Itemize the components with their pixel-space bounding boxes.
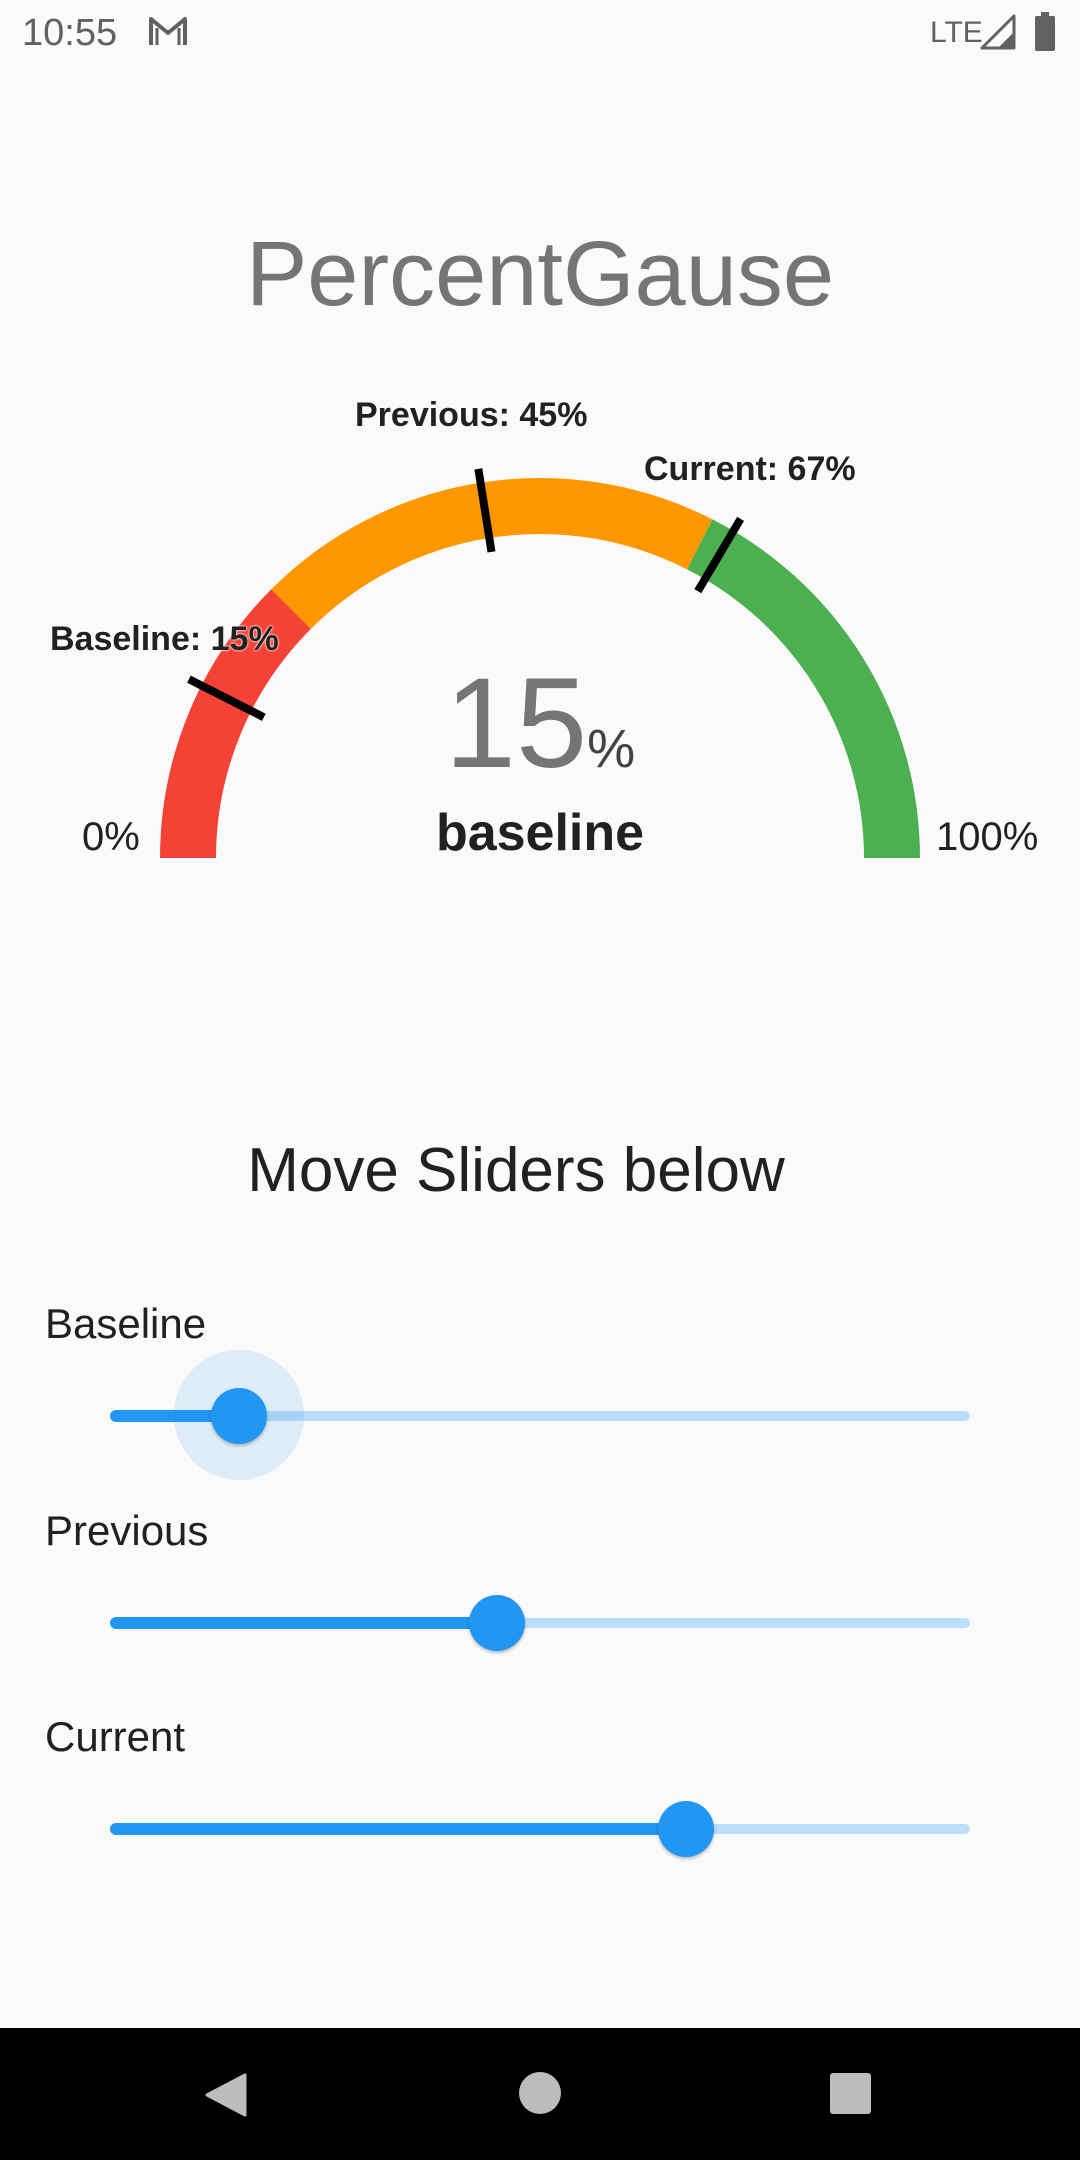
status-bar: 10:55 LTE	[0, 0, 1080, 66]
gauge-min-label: 0%	[82, 815, 140, 859]
gmail-icon	[149, 17, 187, 45]
current-marker-label: Current: 67%	[644, 450, 856, 488]
gauge-caption: baseline	[435, 804, 645, 862]
home-icon[interactable]	[519, 2072, 561, 2114]
signal-icon	[980, 14, 1016, 50]
navigation-bar	[0, 2028, 1080, 2160]
previous-slider[interactable]	[110, 1592, 970, 1652]
battery-icon	[1035, 12, 1055, 51]
slider-active-track	[110, 1617, 497, 1629]
app-title: PercentGause	[245, 223, 835, 325]
gauge-value-unit: %	[587, 719, 636, 779]
gauge-max-label: 100%	[936, 815, 1039, 859]
previous-marker-label: Previous: 45%	[355, 396, 588, 434]
previous-slider-label: Previous	[45, 1507, 209, 1554]
slider-thumb[interactable]	[211, 1388, 267, 1444]
baseline-slider[interactable]	[110, 1350, 970, 1480]
network-type: LTE	[930, 16, 983, 49]
slider-thumb[interactable]	[658, 1801, 715, 1857]
slider-thumb[interactable]	[469, 1595, 525, 1651]
recents-icon[interactable]	[830, 2073, 871, 2114]
back-icon[interactable]	[205, 2073, 247, 2117]
current-slider-label: Current	[45, 1713, 186, 1760]
sliders-heading: Move Sliders below	[247, 1136, 785, 1205]
status-time: 10:55	[22, 12, 118, 54]
baseline-slider-label: Baseline	[45, 1300, 207, 1347]
current-slider[interactable]	[110, 1798, 970, 1858]
gauge-value: 15%	[0, 650, 1080, 797]
gauge-value-number: 15	[444, 652, 588, 795]
slider-active-track	[110, 1823, 687, 1835]
gauge-band-1	[271, 478, 713, 630]
